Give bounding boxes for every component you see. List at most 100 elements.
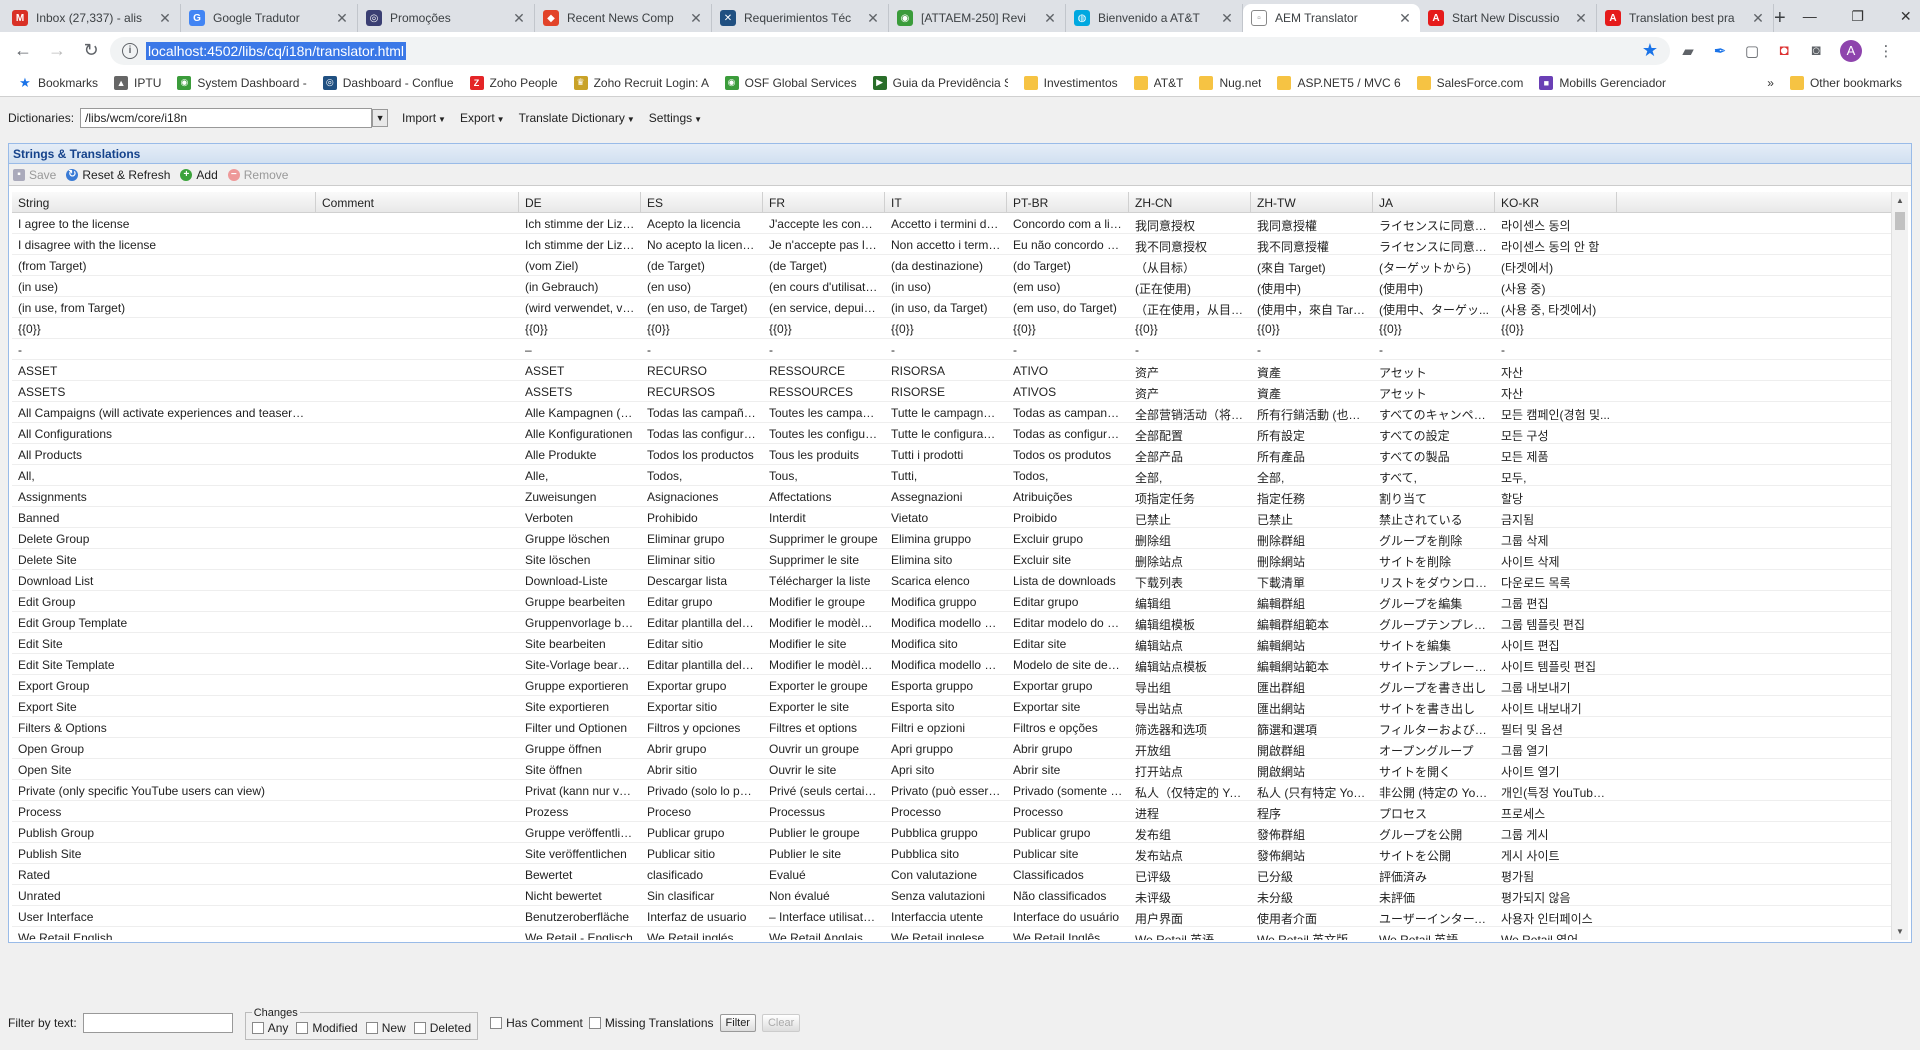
translation-cell[interactable]: Gruppe öffnen [519, 738, 641, 758]
string-cell[interactable]: I agree to the license [12, 213, 316, 233]
translation-cell[interactable]: Não classificados [1007, 885, 1129, 905]
translation-cell[interactable]: ユーザーインターフ... [1373, 906, 1495, 926]
translation-cell[interactable]: Gruppe bearbeiten [519, 591, 641, 611]
filter-text-input[interactable] [82, 1013, 233, 1033]
translation-cell[interactable]: 下載清單 [1251, 570, 1373, 590]
table-row[interactable]: Download List Download-Liste Descargar lis… [12, 570, 1892, 591]
browser-tab[interactable]: ▫ AEM Translator ✕ [1243, 4, 1420, 32]
import-menu[interactable]: Import ▼ [402, 111, 446, 125]
table-row[interactable]: Unrated Nicht bewertet Sin clasificar Non é… [12, 885, 1892, 906]
translation-cell[interactable]: (使用中) [1251, 276, 1373, 296]
translation-cell[interactable]: Télécharger la liste [763, 570, 885, 590]
translation-cell[interactable]: 发布组 [1129, 822, 1251, 842]
translation-cell[interactable]: Elimina sito [885, 549, 1007, 569]
translation-cell[interactable]: (da destinazione) [885, 255, 1007, 275]
translation-cell[interactable]: サイトを開く [1373, 759, 1495, 779]
translation-cell[interactable]: (타겟에서) [1495, 255, 1617, 275]
bookmark-item[interactable]: Investimentos [1016, 75, 1126, 90]
translation-cell[interactable]: 全部, [1251, 465, 1373, 485]
string-cell[interactable]: Export Site [12, 696, 316, 716]
translation-cell[interactable]: 자산 [1495, 360, 1617, 380]
translation-cell[interactable]: (wird verwendet, vo... [519, 297, 641, 317]
bookmark-item[interactable]: ▶ Guia da Previdência S [865, 75, 1016, 90]
comment-cell[interactable] [316, 801, 519, 821]
translate-dictionary-menu[interactable]: Translate Dictionary ▼ [519, 111, 635, 125]
translation-cell[interactable]: - [1007, 339, 1129, 359]
translation-cell[interactable]: 所有產品 [1251, 444, 1373, 464]
comment-cell[interactable] [316, 297, 519, 317]
translation-cell[interactable]: グループを書き出し [1373, 675, 1495, 695]
string-cell[interactable]: Open Group [12, 738, 316, 758]
scroll-thumb[interactable] [1895, 212, 1905, 230]
translation-cell[interactable]: サイトテンプレート... [1373, 654, 1495, 674]
translation-cell[interactable]: {{0}} [519, 318, 641, 338]
translation-cell[interactable]: 开放组 [1129, 738, 1251, 758]
comment-cell[interactable] [316, 633, 519, 653]
translation-cell[interactable]: ATIVOS [1007, 381, 1129, 401]
table-row[interactable]: Publish Group Gruppe veröffentlichen Publi… [12, 822, 1892, 843]
translation-cell[interactable]: グループを公開 [1373, 822, 1495, 842]
comment-cell[interactable] [316, 528, 519, 548]
translation-cell[interactable]: 그룹 열기 [1495, 738, 1617, 758]
translation-cell[interactable]: Interfaccia utente [885, 906, 1007, 926]
translation-cell[interactable]: 用户界面 [1129, 906, 1251, 926]
translation-cell[interactable]: 할당 [1495, 486, 1617, 506]
table-row[interactable]: Edit Group Gruppe bearbeiten Editar grupo M… [12, 591, 1892, 612]
browser-tab[interactable]: A Translation best pra ✕ [1597, 4, 1774, 32]
translation-cell[interactable]: Site öffnen [519, 759, 641, 779]
translation-cell[interactable]: Tutte le campagne (... [885, 402, 1007, 422]
column-header[interactable]: FR [763, 192, 885, 212]
translation-cell[interactable]: Alle, [519, 465, 641, 485]
translation-cell[interactable]: Modifier le modèle d... [763, 654, 885, 674]
translation-cell[interactable]: アセット [1373, 381, 1495, 401]
translation-cell[interactable]: 匯出網站 [1251, 696, 1373, 716]
comment-cell[interactable] [316, 213, 519, 233]
translation-cell[interactable]: Tous les produits [763, 444, 885, 464]
translation-cell[interactable]: Filter und Optionen [519, 717, 641, 737]
new-tab-button[interactable]: + [1774, 4, 1786, 32]
translation-cell[interactable]: – Interface utilisateur [763, 906, 885, 926]
translation-cell[interactable]: 그룹 템플릿 편집 [1495, 612, 1617, 632]
table-row[interactable]: Edit Site Site bearbeiten Editar sitio Modi… [12, 633, 1892, 654]
translation-cell[interactable]: Benutzeroberfläche [519, 906, 641, 926]
translation-cell[interactable]: グループテンプレー... [1373, 612, 1495, 632]
translation-cell[interactable]: (사용 중, 타겟에서) [1495, 297, 1617, 317]
translation-cell[interactable]: 已分級 [1251, 864, 1373, 884]
table-row[interactable]: Edit Site Template Site-Vorlage bearbeit.… [12, 654, 1892, 675]
translation-cell[interactable]: - [763, 339, 885, 359]
translation-cell[interactable]: Modifica sito [885, 633, 1007, 653]
string-cell[interactable]: Unrated [12, 885, 316, 905]
address-bar[interactable]: i localhost:4502/libs/cq/i18n/translator… [110, 36, 1670, 65]
string-cell[interactable]: ASSET [12, 360, 316, 380]
browser-tab[interactable]: G Google Tradutor ✕ [181, 4, 358, 32]
translation-cell[interactable]: Exportar site [1007, 696, 1129, 716]
translation-cell[interactable]: 已评级 [1129, 864, 1251, 884]
translation-cell[interactable]: Processus [763, 801, 885, 821]
translation-cell[interactable]: (使用中，來自 Target) [1251, 297, 1373, 317]
column-header[interactable]: DE [519, 192, 641, 212]
translation-cell[interactable]: Accetto i termini dell... [885, 213, 1007, 233]
translation-cell[interactable]: 未評価 [1373, 885, 1495, 905]
translation-cell[interactable]: Gruppe exportieren [519, 675, 641, 695]
comment-cell[interactable] [316, 864, 519, 884]
translation-cell[interactable]: 編輯網站 [1251, 633, 1373, 653]
comment-cell[interactable] [316, 339, 519, 359]
string-cell[interactable]: Download List [12, 570, 316, 590]
translation-cell[interactable]: (in uso, da Target) [885, 297, 1007, 317]
translation-cell[interactable]: Evalué [763, 864, 885, 884]
translation-cell[interactable]: RISORSE [885, 381, 1007, 401]
translation-cell[interactable]: (ターゲットから) [1373, 255, 1495, 275]
translation-cell[interactable]: フィルターおよびオ... [1373, 717, 1495, 737]
translation-cell[interactable]: - [1495, 339, 1617, 359]
translation-cell[interactable]: Tutti i prodotti [885, 444, 1007, 464]
translation-cell[interactable]: サイトを公開 [1373, 843, 1495, 863]
translation-cell[interactable]: Site-Vorlage bearbeit... [519, 654, 641, 674]
browser-tab[interactable]: A Start New Discussio ✕ [1420, 4, 1597, 32]
translation-cell[interactable]: Gruppe löschen [519, 528, 641, 548]
translation-cell[interactable]: 모두, [1495, 465, 1617, 485]
translation-cell[interactable]: Processo [1007, 801, 1129, 821]
translation-cell[interactable]: Lista de downloads [1007, 570, 1129, 590]
table-row[interactable]: (in use) (in Gebrauch) (en uso) (en cours d… [12, 276, 1892, 297]
translation-cell[interactable]: サイトを編集 [1373, 633, 1495, 653]
translation-cell[interactable]: Modifica modello gru... [885, 612, 1007, 632]
